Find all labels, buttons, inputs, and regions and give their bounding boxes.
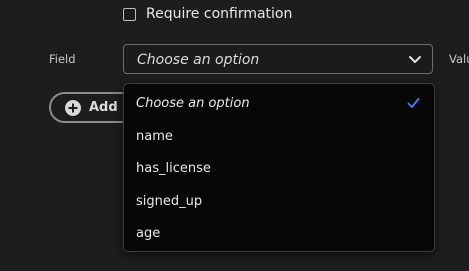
- field-options-dropdown: Choose an option name has_license signed…: [123, 83, 435, 252]
- value-label: Valu: [449, 52, 469, 66]
- require-confirmation-row[interactable]: Require confirmation: [123, 4, 292, 24]
- dropdown-option-label: age: [136, 225, 161, 241]
- require-confirmation-checkbox[interactable]: [123, 7, 136, 21]
- dropdown-option-name[interactable]: name: [124, 122, 434, 150]
- field-label: Field: [49, 52, 76, 66]
- chevron-down-icon: [409, 56, 421, 63]
- field-select[interactable]: Choose an option: [123, 44, 433, 74]
- dropdown-option-label: name: [136, 128, 173, 144]
- plus-circle-icon: [65, 99, 81, 116]
- require-confirmation-label: Require confirmation: [146, 6, 293, 22]
- dropdown-option-has-license[interactable]: has_license: [124, 154, 434, 182]
- field-select-value: Choose an option: [137, 52, 260, 68]
- dropdown-option-label: signed_up: [136, 193, 203, 209]
- dropdown-option-label: has_license: [136, 160, 211, 176]
- checkmark-icon: [407, 98, 420, 108]
- dropdown-option-label: Choose an option: [136, 95, 250, 111]
- dropdown-option-age[interactable]: age: [124, 219, 434, 247]
- dropdown-option-choose[interactable]: Choose an option: [124, 89, 434, 117]
- dropdown-option-signed-up[interactable]: signed_up: [124, 187, 434, 215]
